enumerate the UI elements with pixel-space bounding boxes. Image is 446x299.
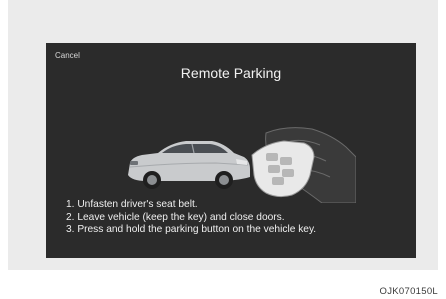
remote-parking-screen: Cancel Remote Parking 1. Unfasten driver… [46, 43, 416, 258]
figure-code: OJK070150L [379, 286, 438, 297]
instruction-step: 1. Unfasten driver's seat belt. [66, 199, 198, 210]
remote-parking-illustration [128, 127, 356, 203]
cancel-button[interactable]: Cancel [55, 51, 80, 60]
instruction-step: 2. Leave vehicle (keep the key) and clos… [66, 211, 285, 223]
figure-panel: Cancel Remote Parking 1. Unfasten driver… [8, 0, 438, 270]
screen-title: Remote Parking [180, 65, 282, 81]
instruction-list: 1. Unfasten driver's seat belt. 2. Leave… [66, 199, 316, 237]
instruction-step: 3. Press and hold the parking button on … [66, 224, 317, 235]
car-icon [128, 141, 250, 189]
